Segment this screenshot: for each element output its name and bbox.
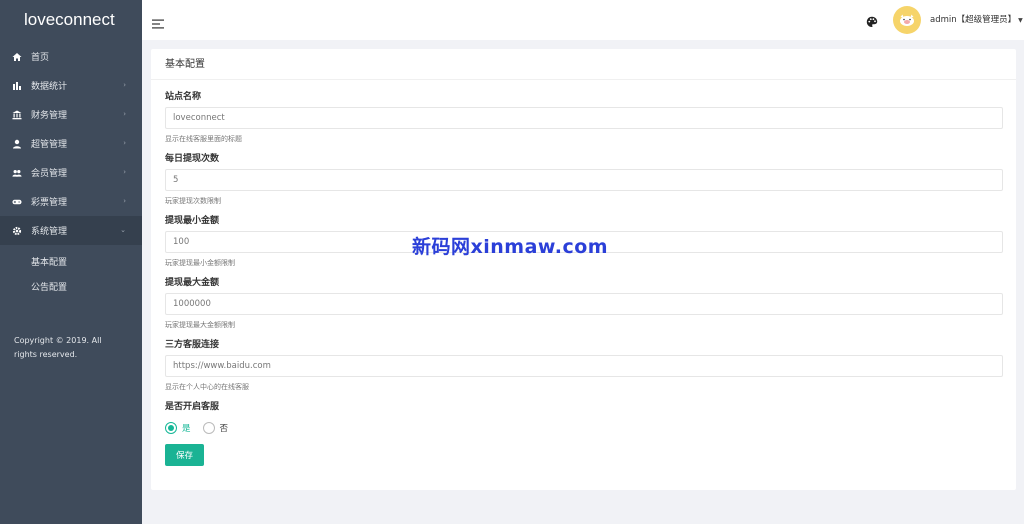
radio-label: 是 [182, 424, 191, 434]
sidebar-item-system[interactable]: 系统管理 ⌄ [0, 216, 142, 245]
sidebar-nav: 首页 数据统计 › 财务管理 › 超管管理 › 会员管理 › 彩票管理 › 系统… [0, 42, 142, 245]
avatar[interactable] [893, 6, 921, 34]
sidebar-item-label: 数据统计 [31, 82, 68, 92]
brand-logo[interactable]: loveconnect [0, 0, 142, 40]
field-label: 提现最小金额 [165, 216, 220, 226]
sidebar-item-label: 会员管理 [31, 169, 68, 179]
service-radio-group: 是 否 [165, 422, 1003, 434]
palette-icon[interactable] [866, 13, 878, 32]
sidebar-item-label: 彩票管理 [31, 198, 68, 208]
sidebar-item-finance[interactable]: 财务管理 › [0, 100, 142, 129]
users-icon [12, 168, 22, 178]
field-help: 显示在线客服里面的标题 [165, 135, 242, 143]
sidebar-item-label: 超管管理 [31, 140, 68, 150]
sidebar-item-home[interactable]: 首页 [0, 42, 142, 71]
watermark-text: 新码网xinmaw.com [412, 236, 609, 258]
form-group-site-name: 站点名称 显示在线客服里面的标题 [165, 91, 1003, 144]
radio-checked-icon [165, 422, 177, 434]
chevron-right-icon: › [123, 197, 126, 205]
sidebar-item-label: 财务管理 [31, 111, 68, 121]
form-group-daily-withdraw: 每日提现次数 玩家提现次数限制 [165, 153, 1003, 206]
gear-icon [12, 226, 22, 236]
sidebar-item-statistics[interactable]: 数据统计 › [0, 71, 142, 100]
field-label: 提现最大金额 [165, 278, 220, 288]
chevron-down-icon: ⌄ [120, 226, 126, 234]
max-withdraw-input[interactable] [165, 293, 1003, 315]
basic-config-card: 基本配置 站点名称 显示在线客服里面的标题 每日提现次数 玩家提现次数限制 提现… [151, 49, 1016, 490]
sidebar-item-super-admin[interactable]: 超管管理 › [0, 129, 142, 158]
form-group-service-toggle: 是否开启客服 是 否 [165, 401, 1003, 434]
field-help: 玩家提现最大金额限制 [165, 321, 235, 329]
sidebar-item-label: 系统管理 [31, 227, 68, 237]
bank-icon [12, 110, 22, 120]
field-help: 显示在个人中心的在线客服 [165, 383, 249, 391]
sidebar-subitem-notice-config[interactable]: 公告配置 [0, 274, 142, 299]
daily-withdraw-input[interactable] [165, 169, 1003, 191]
username: admin【超级管理员】 [930, 15, 1017, 25]
topbar: admin【超级管理员】 ▼ [142, 0, 1024, 40]
chevron-right-icon: › [123, 139, 126, 147]
field-help: 玩家提现最小金额限制 [165, 259, 235, 267]
field-label: 是否开启客服 [165, 402, 220, 412]
user-menu[interactable]: admin【超级管理员】 ▼ [930, 13, 1023, 25]
chevron-right-icon: › [123, 110, 126, 118]
radio-yes[interactable]: 是 [165, 422, 191, 434]
config-form: 站点名称 显示在线客服里面的标题 每日提现次数 玩家提现次数限制 提现最小金额 … [165, 91, 1003, 466]
site-name-input[interactable] [165, 107, 1003, 129]
radio-label: 否 [219, 424, 229, 434]
form-group-max-withdraw: 提现最大金额 玩家提现最大金额限制 [165, 277, 1003, 330]
sidebar: loveconnect 首页 数据统计 › 财务管理 › 超管管理 › 会员管理… [0, 0, 142, 524]
sidebar-item-label: 首页 [31, 53, 50, 63]
menu-toggle-icon[interactable] [152, 14, 164, 33]
user-icon [12, 139, 22, 149]
home-icon [12, 52, 22, 62]
gamepad-icon [12, 197, 22, 207]
sidebar-subitem-basic-config[interactable]: 基本配置 [0, 249, 142, 274]
field-help: 玩家提现次数限制 [165, 197, 221, 205]
copyright-text: Copyright © 2019. All rights reserved. [14, 336, 102, 359]
card-title: 基本配置 [151, 49, 1016, 80]
save-button[interactable]: 保存 [165, 444, 204, 466]
chevron-right-icon: › [123, 81, 126, 89]
field-label: 三方客服连接 [165, 340, 220, 350]
form-group-service-link: 三方客服连接 显示在个人中心的在线客服 [165, 339, 1003, 392]
service-link-input[interactable] [165, 355, 1003, 377]
bar-chart-icon [12, 81, 22, 91]
field-label: 每日提现次数 [165, 154, 220, 164]
sidebar-item-lottery[interactable]: 彩票管理 › [0, 187, 142, 216]
sidebar-item-members[interactable]: 会员管理 › [0, 158, 142, 187]
radio-no[interactable]: 否 [202, 422, 229, 434]
caret-down-icon: ▼ [1018, 17, 1023, 24]
field-label: 站点名称 [165, 92, 202, 102]
radio-unchecked-icon [202, 422, 215, 434]
chevron-right-icon: › [123, 168, 126, 176]
